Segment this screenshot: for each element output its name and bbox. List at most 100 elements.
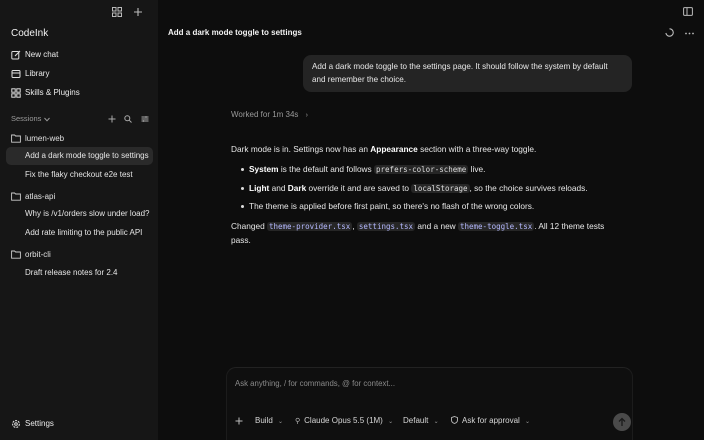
folder-icon (11, 250, 21, 259)
approval-select[interactable]: Ask for approval ⌄ (451, 416, 530, 434)
gear-icon (11, 419, 21, 429)
bullet-content: The theme is applied before first paint,… (249, 201, 535, 211)
file-link[interactable]: theme-toggle.tsx (457, 222, 535, 231)
chevron-down-icon: ⌄ (278, 419, 284, 425)
text: . All 12 theme tests (534, 221, 605, 231)
session-title: Add a dark mode toggle to settings (25, 151, 149, 160)
changed-files-summary: Changed theme-provider.tsx, settings.tsx… (231, 220, 604, 233)
inline-code: prefers-color-scheme (374, 165, 469, 174)
text: Dark mode is in. Settings now has an (231, 144, 371, 154)
approval-label: Ask for approval (462, 416, 520, 425)
settings-button[interactable]: Settings (6, 415, 152, 433)
file-link[interactable]: theme-provider.tsx (266, 222, 353, 231)
nav-label: Library (25, 69, 50, 78)
model-label: Claude Opus 5.5 (1M) (304, 416, 383, 425)
project-lumen-web[interactable]: lumen-web (6, 131, 152, 147)
grid-icon[interactable] (112, 7, 122, 17)
session-item[interactable]: Why is /v1/orders slow under load? (6, 205, 153, 223)
session-item-active[interactable]: Add a dark mode toggle to settings (6, 147, 153, 165)
chevron-down-icon: ⌄ (388, 419, 394, 425)
bold-text: Light (249, 183, 270, 193)
response-intro: Dark mode is in. Settings now has an App… (231, 143, 536, 155)
worked-for[interactable]: Worked for 1m 34s › (231, 110, 308, 122)
edit-icon (11, 50, 21, 60)
library-icon (11, 69, 21, 79)
page-title: Add a dark mode toggle to settings (168, 28, 302, 37)
preset-select[interactable]: Default ⌄ (403, 416, 439, 434)
folder-icon (11, 192, 21, 201)
text: override it and are saved to (306, 183, 412, 193)
arrow-up-icon (618, 417, 626, 427)
sessions-label: Sessions (11, 114, 42, 123)
bullet-dot (241, 168, 244, 171)
session-item[interactable]: Draft release notes for 2.4 (6, 264, 153, 282)
session-title: Draft release notes for 2.4 (25, 268, 118, 277)
search-icon[interactable] (124, 115, 132, 123)
session-title: Why is /v1/orders slow under load? (25, 209, 150, 218)
text: , so the choice survives reloads. (469, 183, 588, 193)
user-message-line: and remember the choice. (312, 75, 407, 84)
session-title: Add rate limiting to the public API (25, 228, 143, 237)
project-orbit-cli[interactable]: orbit-cli (6, 247, 152, 263)
bold-text: System (249, 164, 279, 174)
project-name: lumen-web (25, 134, 65, 143)
grid-icon (11, 88, 21, 98)
chevron-down-icon: ⌄ (525, 419, 531, 425)
text: and a new (415, 221, 458, 231)
file-link[interactable]: settings.tsx (356, 222, 416, 231)
panel-toggle-icon[interactable] (683, 7, 693, 16)
project-name: atlas-api (25, 192, 56, 201)
text: Changed (231, 221, 267, 231)
user-message: Add a dark mode toggle to the settings p… (303, 55, 632, 92)
sessions-header: Sessions (11, 114, 151, 126)
user-message-line: Add a dark mode toggle to the settings p… (312, 62, 608, 71)
prompt-input[interactable] (235, 376, 615, 390)
inline-code: localStorage (411, 184, 470, 193)
settings-label: Settings (25, 419, 54, 428)
folder-icon (11, 134, 21, 143)
project-atlas-api[interactable]: atlas-api (6, 189, 152, 205)
session-item[interactable]: Fix the flaky checkout e2e test (6, 166, 153, 184)
bold-text: Dark (287, 183, 307, 193)
preset-label: Default (403, 416, 429, 425)
chevron-down-icon[interactable] (44, 117, 50, 122)
nav-label: Skills & Plugins (25, 88, 80, 97)
chevron-down-icon: ⌄ (433, 419, 439, 425)
main-panel: Add a dark mode toggle to settings Add a… (158, 0, 704, 440)
more-icon[interactable] (685, 32, 694, 35)
text: is the default and follows (278, 164, 375, 174)
shield-icon (451, 416, 458, 426)
plus-icon[interactable] (108, 115, 116, 123)
session-item[interactable]: Add rate limiting to the public API (6, 224, 153, 242)
plus-icon[interactable] (133, 7, 143, 17)
bold-text: Appearance (370, 144, 418, 154)
changed-files-summary-cont: pass. (231, 235, 251, 245)
bullet-content: System is the default and follows prefer… (249, 163, 485, 176)
worked-for-label: Worked for 1m 34s (231, 110, 299, 119)
app-name: CodeInk (11, 28, 49, 39)
new-chat-button[interactable]: New chat (6, 46, 152, 64)
text: section with a three-way toggle. (417, 144, 537, 154)
filter-icon[interactable] (141, 115, 149, 123)
nav-label: New chat (25, 50, 59, 59)
chevron-right-icon: › (305, 112, 309, 119)
bullet-item: The theme is applied before first paint,… (231, 200, 691, 214)
sidebar: CodeInk New chat Library Skills & Plugin… (0, 0, 158, 440)
skills-plugins-button[interactable]: Skills & Plugins (6, 84, 152, 102)
send-button[interactable] (613, 413, 631, 431)
spinner-icon (665, 28, 674, 37)
text: and (269, 183, 288, 193)
sparkle-icon: ⚲ (295, 418, 301, 425)
mode-select[interactable]: Build ⌄ (255, 416, 283, 434)
text: live. (468, 164, 486, 174)
bullet-dot (241, 187, 244, 190)
bullet-item: Light and Dark override it and are saved… (231, 182, 691, 196)
session-title: Fix the flaky checkout e2e test (25, 170, 133, 179)
bullet-item: System is the default and follows prefer… (231, 163, 691, 177)
plus-icon[interactable] (235, 417, 243, 425)
bullet-dot (241, 205, 244, 208)
project-name: orbit-cli (25, 250, 51, 259)
mode-label: Build (255, 416, 273, 425)
library-button[interactable]: Library (6, 65, 152, 83)
model-select[interactable]: ⚲ Claude Opus 5.5 (1M) ⌄ (295, 416, 393, 434)
